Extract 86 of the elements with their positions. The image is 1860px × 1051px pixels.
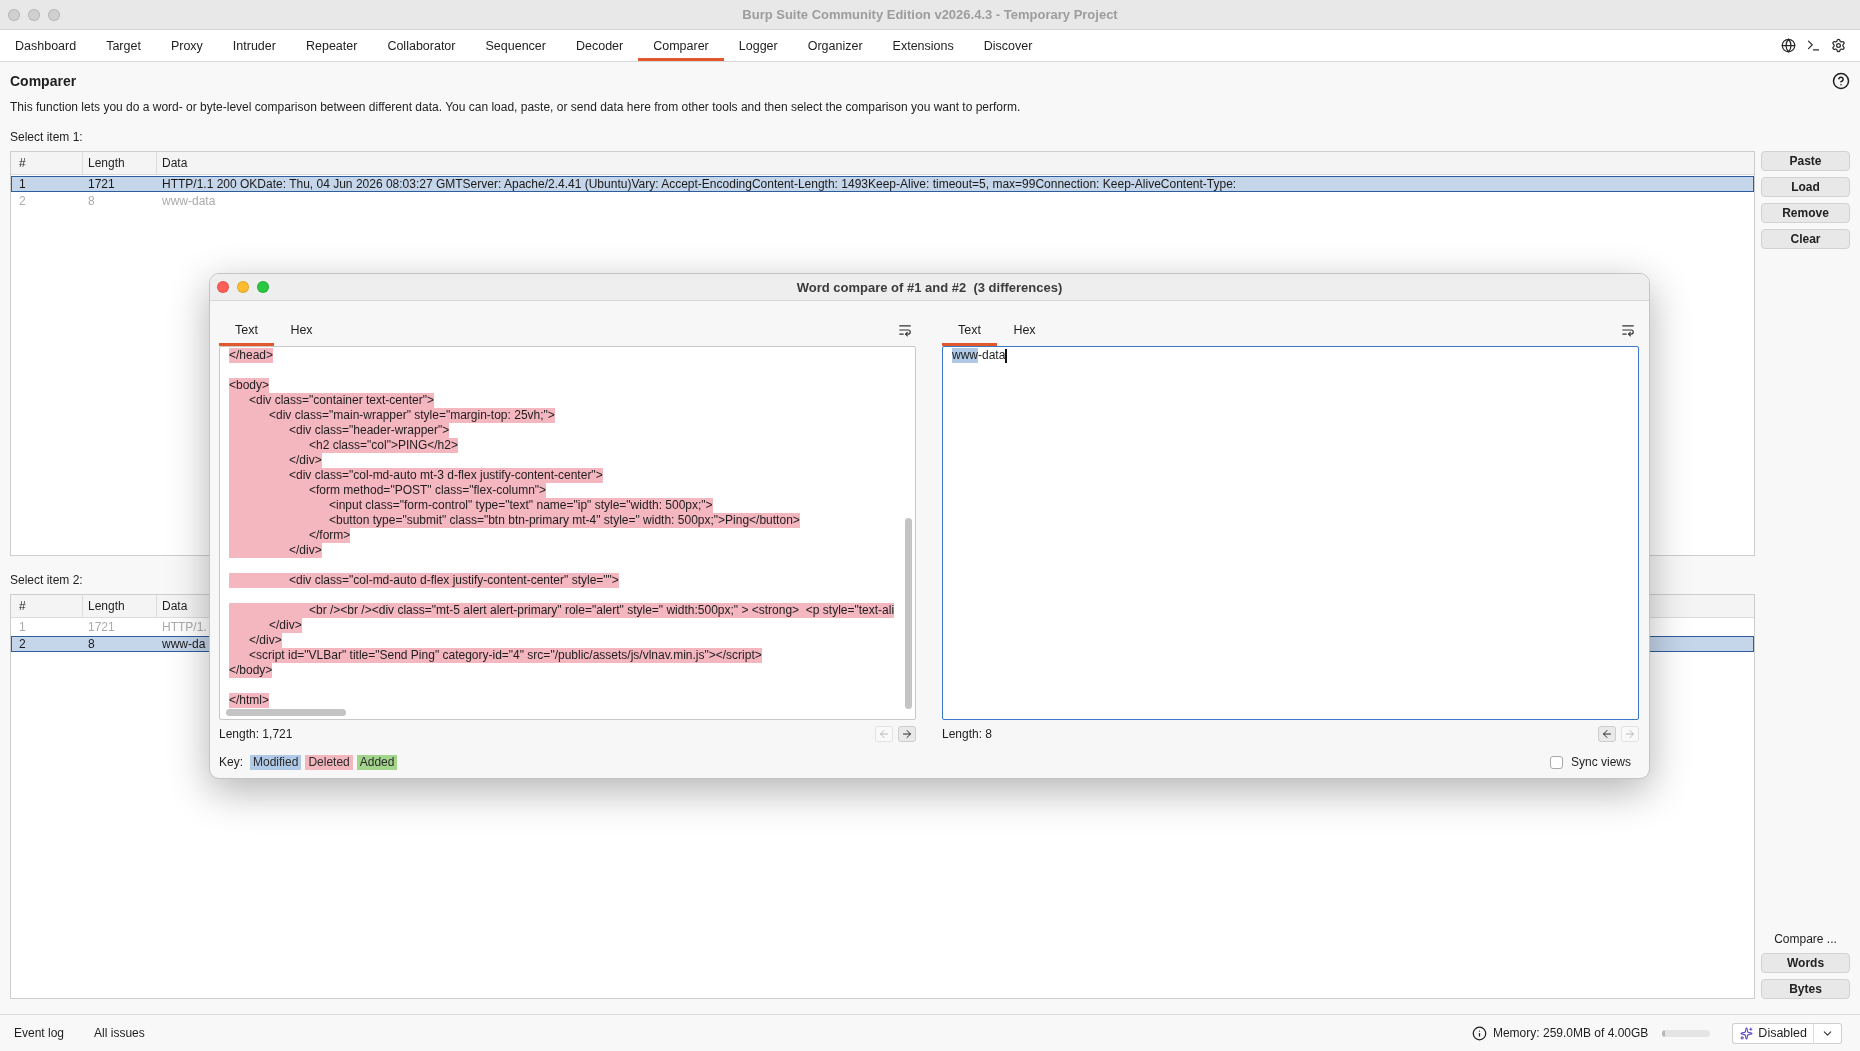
close-button[interactable] xyxy=(8,8,20,21)
table-cell: www-data xyxy=(162,194,216,208)
status-link[interactable]: Event log xyxy=(14,1026,65,1040)
minimize-button[interactable] xyxy=(237,281,249,293)
tab[interactable]: Collaborator xyxy=(372,30,471,61)
tab[interactable]: Logger xyxy=(723,30,793,61)
checkbox-label: Sync views xyxy=(1570,755,1631,769)
length-label: Length: 1,721 xyxy=(219,727,293,741)
memory-text: Memory: 259.0MB of 4.00GB xyxy=(1492,1026,1649,1040)
table-cell: 8 xyxy=(88,194,95,208)
column-header[interactable]: Length xyxy=(88,156,125,170)
table-cell: 1 xyxy=(19,177,26,191)
tab[interactable]: Decoder xyxy=(560,30,639,61)
section-label: Select item 2: xyxy=(10,572,83,588)
status-link[interactable]: All issues xyxy=(94,1026,145,1040)
info-icon xyxy=(1471,1025,1487,1041)
tab[interactable]: Target xyxy=(91,30,156,61)
table-row[interactable]: 1 1721 HTTP/1.1 200 OKDate: Thu, 04 Jun 2026 08:03:27 GMTServer: Apache/2.4.41 (Ubuntu)Vary: Accept-EncodingContent-Length: 1493Keep-Alive: timeout=5, max=99Connection: Keep-AliveContent-Type: xyxy=(11,176,1754,192)
column-header[interactable]: # xyxy=(19,156,26,170)
description-text: This function lets you do a word- or byte-level comparison between different data. You can load, paste, or send data here from other tools and then select the comparison you want to perform. xyxy=(10,99,1021,115)
tab[interactable]: Proxy xyxy=(155,30,218,61)
key-label: Key: xyxy=(219,755,243,769)
text-editor[interactable]: www-data xyxy=(942,346,1639,720)
terminal-icon[interactable] xyxy=(1806,38,1821,53)
action-button[interactable]: Load xyxy=(1761,177,1850,197)
column-header[interactable]: Data xyxy=(162,599,188,613)
table-cell: HTTP/1. xyxy=(162,620,207,634)
action-button[interactable]: Clear xyxy=(1761,229,1850,249)
legend-label: Added xyxy=(356,754,398,770)
previous-button[interactable] xyxy=(1598,726,1616,742)
tab[interactable]: Discover xyxy=(968,30,1048,61)
vertical-scrollbar[interactable] xyxy=(905,518,912,709)
column-header[interactable]: Length xyxy=(88,599,125,613)
arrow-left-icon xyxy=(1601,728,1613,740)
help-icon[interactable] xyxy=(1832,72,1850,90)
text-editor[interactable] xyxy=(219,346,916,720)
highlighted-text: www xyxy=(952,348,978,363)
sync-views-checkbox[interactable] xyxy=(1549,755,1563,769)
globe-icon[interactable] xyxy=(1781,38,1796,53)
action-button[interactable]: Paste xyxy=(1761,151,1850,171)
table-cell: 1 xyxy=(19,620,26,634)
arrow-right-icon xyxy=(901,728,913,740)
settings-icon[interactable] xyxy=(1831,38,1846,53)
action-button[interactable]: Remove xyxy=(1761,203,1850,223)
code-text: -data xyxy=(978,348,1006,363)
table-cell: www-da xyxy=(162,637,206,651)
compare-button[interactable]: Bytes xyxy=(1761,979,1850,999)
tab[interactable]: Repeater xyxy=(290,30,373,61)
wrap-lines-icon[interactable] xyxy=(1621,322,1635,337)
table-cell: 2 xyxy=(19,637,26,651)
window-title: Burp Suite Community Edition v2026.4.3 - Temporary Project xyxy=(742,7,1118,22)
zoom-button[interactable] xyxy=(257,281,269,293)
tab[interactable]: Hex xyxy=(997,313,1052,346)
arrow-left-icon xyxy=(878,728,890,740)
compare-button[interactable]: Words xyxy=(1761,953,1850,973)
arrow-right-icon xyxy=(1624,728,1636,740)
legend-label: Deleted xyxy=(305,754,353,770)
tab[interactable]: Dashboard xyxy=(0,30,92,61)
compare-label: Compare ... xyxy=(1774,931,1837,947)
dialog-title: Word compare of #1 and #2 (3 differences) xyxy=(796,279,1063,295)
tab[interactable]: Intruder xyxy=(217,30,291,61)
section-label: Select item 1: xyxy=(10,129,83,145)
close-button[interactable] xyxy=(217,281,229,293)
column-header[interactable]: # xyxy=(19,599,26,613)
column-header[interactable]: Data xyxy=(162,156,188,170)
horizontal-scrollbar[interactable] xyxy=(226,709,346,716)
table-cell: 2 xyxy=(19,194,26,208)
wrap-lines-icon[interactable] xyxy=(898,322,912,337)
table-cell: 8 xyxy=(88,637,95,651)
page-title: Comparer xyxy=(10,73,77,89)
tab[interactable]: Sequencer xyxy=(470,30,561,61)
next-button[interactable] xyxy=(898,726,916,742)
length-label: Length: 8 xyxy=(942,727,993,741)
tab[interactable]: Extensions xyxy=(877,30,969,61)
tab[interactable]: Organizer xyxy=(792,30,878,61)
table-cell: HTTP/1.1 200 OKDate: Thu, 04 Jun 2026 08:03:27 GMTServer: Apache/2.4.41 (Ubuntu)Vary: Accept-EncodingContent-Length: 1493Keep-Alive: timeout=5, max=99Connection: Keep-AliveContent-Type: xyxy=(162,177,1237,191)
legend-label: Modified xyxy=(250,754,302,770)
table-cell: 1721 xyxy=(88,177,115,191)
zoom-button[interactable] xyxy=(48,8,60,21)
sparkles-icon xyxy=(1740,1026,1754,1040)
tab[interactable]: Hex xyxy=(274,313,329,346)
dropdown-button[interactable] xyxy=(1814,1022,1842,1044)
minimize-button[interactable] xyxy=(28,8,40,21)
table-cell: 1721 xyxy=(88,620,115,634)
tab[interactable]: Comparer xyxy=(638,30,724,61)
ai-mode-button[interactable]: Disabled xyxy=(1732,1022,1814,1044)
